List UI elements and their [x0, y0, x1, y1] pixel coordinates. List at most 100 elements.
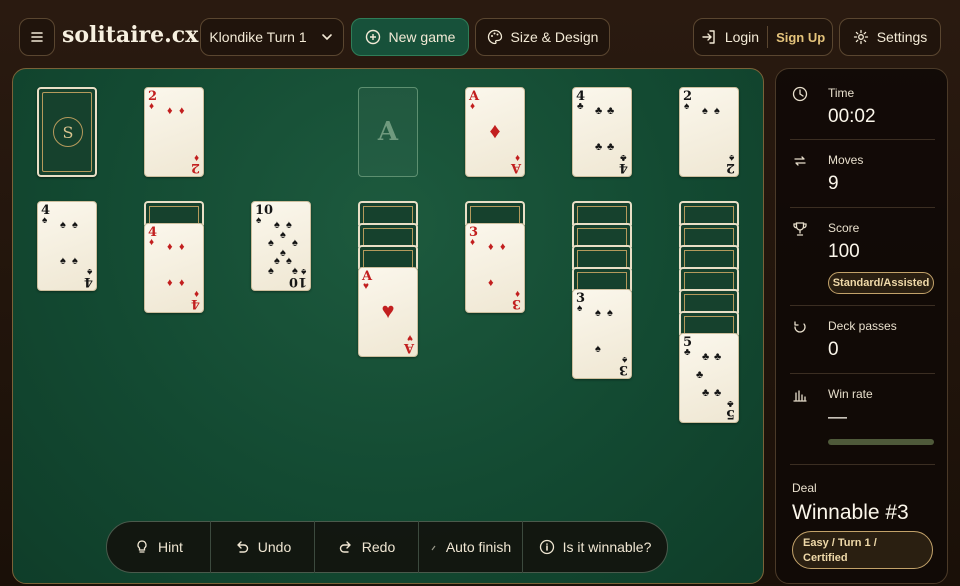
- variant-dropdown[interactable]: Klondike Turn 1: [200, 18, 344, 56]
- hamburger-icon: [31, 32, 43, 42]
- deal-badge-line2: Certified: [803, 552, 848, 564]
- card-suit: ♦: [149, 101, 155, 112]
- stock-pile[interactable]: S: [37, 87, 97, 177]
- signup-button[interactable]: Sign Up: [776, 30, 825, 45]
- card-pip: ♠: [72, 219, 78, 231]
- win-rate-label: Win rate: [828, 387, 873, 401]
- face-down-card: [679, 245, 739, 269]
- card-suit-bottom: ♦: [514, 152, 520, 163]
- card-pip: ♣: [714, 387, 722, 399]
- foundation-card[interactable]: 4 ♣ 4 ♣ ♣ ♣ ♣ ♣: [572, 87, 632, 177]
- settings-label: Settings: [876, 29, 928, 45]
- card-suit: ♥: [363, 281, 369, 292]
- tableau-card[interactable]: 5 ♣ 5 ♣ ♣ ♣ ♣ ♣ ♣: [679, 333, 739, 423]
- undo-label: Undo: [257, 539, 292, 555]
- card-pip: ♠: [714, 105, 720, 117]
- hint-button[interactable]: Hint: [107, 521, 211, 573]
- card-pip: ♠: [280, 247, 286, 259]
- card-pip: ♠: [702, 105, 708, 117]
- top-bar: solitaire.cx Klondike Turn 1 New game Si…: [0, 0, 960, 72]
- card-suit: ♦: [470, 101, 476, 112]
- card-pip: ♠: [286, 255, 292, 267]
- win-rate-stat: Win rate —: [790, 387, 935, 437]
- foundation-slot-empty[interactable]: A: [358, 87, 418, 177]
- auto-finish-button[interactable]: Auto finish: [419, 521, 523, 573]
- deck-passes-value: 0: [828, 339, 839, 360]
- divider: [767, 26, 769, 48]
- card-pip: ♣: [595, 105, 603, 117]
- card-pip: ♠: [268, 237, 274, 249]
- card-pip: ♦: [500, 241, 506, 253]
- card-pip: ♦: [179, 277, 185, 289]
- deal-value: Winnable #3: [792, 501, 909, 524]
- card-pip: ♣: [607, 141, 615, 153]
- is-winnable-button[interactable]: Is it winnable?: [523, 521, 667, 573]
- card-suit: ♣: [684, 347, 691, 358]
- card-pip: ♣: [714, 351, 722, 363]
- time-stat: Time 00:02: [790, 86, 935, 136]
- face-down-card: [679, 289, 739, 313]
- card-pip: ♠: [60, 219, 66, 231]
- card-center-pip: ♦: [489, 118, 501, 143]
- card-suit: ♠: [256, 215, 262, 226]
- divider: [790, 305, 935, 306]
- site-logo[interactable]: solitaire.cx: [62, 22, 198, 48]
- card-pip: ♦: [167, 277, 173, 289]
- card-pip: ♣: [696, 369, 704, 381]
- divider: [790, 207, 935, 208]
- card-pip: ♠: [280, 229, 286, 241]
- waste-card[interactable]: 2 ♦ 2 ♦ ♦ ♦: [144, 87, 204, 177]
- card-suit: ♦: [470, 237, 476, 248]
- score-label: Score: [828, 221, 860, 235]
- score-mode-badge: Standard/Assisted: [828, 272, 934, 294]
- tableau-card[interactable]: 4 ♦ 4 ♦ ♦ ♦ ♦ ♦: [144, 223, 204, 313]
- card-pip: ♦: [488, 277, 494, 289]
- card-pip: ♦: [167, 241, 173, 253]
- stats-panel: Time 00:02 Moves 9 Score 100 Standard/As…: [775, 68, 948, 584]
- card-suit-bottom: ♦: [514, 288, 520, 299]
- card-pip: ♠: [286, 219, 292, 231]
- account-group: Login Sign Up: [693, 18, 833, 56]
- tableau-card[interactable]: 4 ♠ 4 ♠ ♠ ♠ ♠ ♠: [37, 201, 97, 291]
- login-button[interactable]: Login: [725, 29, 759, 45]
- card-suit: ♠: [577, 303, 583, 314]
- card-pip: ♠: [274, 255, 280, 267]
- sparkle-icon: [431, 545, 436, 551]
- undo-button[interactable]: Undo: [211, 521, 315, 573]
- foundation-card[interactable]: A ♦ A ♦ ♦: [465, 87, 525, 177]
- card-suit-bottom: ♠: [300, 266, 306, 277]
- face-down-card: [358, 223, 418, 247]
- variant-label: Klondike Turn 1: [209, 29, 307, 45]
- card-suit: ♠: [684, 101, 690, 112]
- card-pip: ♣: [607, 105, 615, 117]
- clock-icon: [792, 86, 808, 102]
- foundation-card[interactable]: 2 ♠ 2 ♠ ♠ ♠: [679, 87, 739, 177]
- card-pip: ♠: [274, 219, 280, 231]
- tableau-card[interactable]: A ♥ A ♥ ♥: [358, 267, 418, 357]
- card-suit: ♠: [42, 215, 48, 226]
- card-pip: ♠: [595, 307, 601, 319]
- new-game-button[interactable]: New game: [351, 18, 469, 56]
- divider: [790, 139, 935, 140]
- bar-chart-icon: [793, 390, 807, 402]
- card-suit-bottom: ♠: [728, 152, 734, 163]
- game-board: S 2 ♦ 2 ♦ ♦ ♦ A ♦ A ♦ ♦ 4 ♣ 4 ♣ ♣ ♣ ♣ ♣ 2 ♠ 2 ♠ ♠ ♠ 4 ♠ 4 ♠ ♠ ♠ ♠ ♠ 4 ♦ 4 ♦ ♦…: [12, 68, 764, 584]
- tableau-card[interactable]: 10 ♠ 10 ♠ ♠ ♠ ♠ ♠ ♠ ♠ ♠ ♠ ♠ ♠: [251, 201, 311, 291]
- face-down-card: [679, 223, 739, 247]
- settings-button[interactable]: Settings: [839, 18, 941, 56]
- card-pip: ♣: [702, 351, 710, 363]
- card-pip: ♠: [595, 343, 601, 355]
- divider: [790, 464, 935, 465]
- size-design-label: Size & Design: [510, 29, 599, 45]
- face-down-card: [679, 311, 739, 335]
- tableau-card[interactable]: 3 ♠ 3 ♠ ♠ ♠ ♠: [572, 289, 632, 379]
- stock-logo: S: [53, 117, 83, 147]
- redo-button[interactable]: Redo: [315, 521, 419, 573]
- face-down-card: [572, 201, 632, 225]
- card-pip: ♠: [268, 265, 274, 277]
- size-design-button[interactable]: Size & Design: [475, 18, 610, 56]
- card-pip: ♣: [595, 141, 603, 153]
- deal-badge-line1: Easy / Turn 1 /: [803, 537, 877, 549]
- menu-button[interactable]: [19, 18, 55, 56]
- tableau-card[interactable]: 3 ♦ 3 ♦ ♦ ♦ ♦: [465, 223, 525, 313]
